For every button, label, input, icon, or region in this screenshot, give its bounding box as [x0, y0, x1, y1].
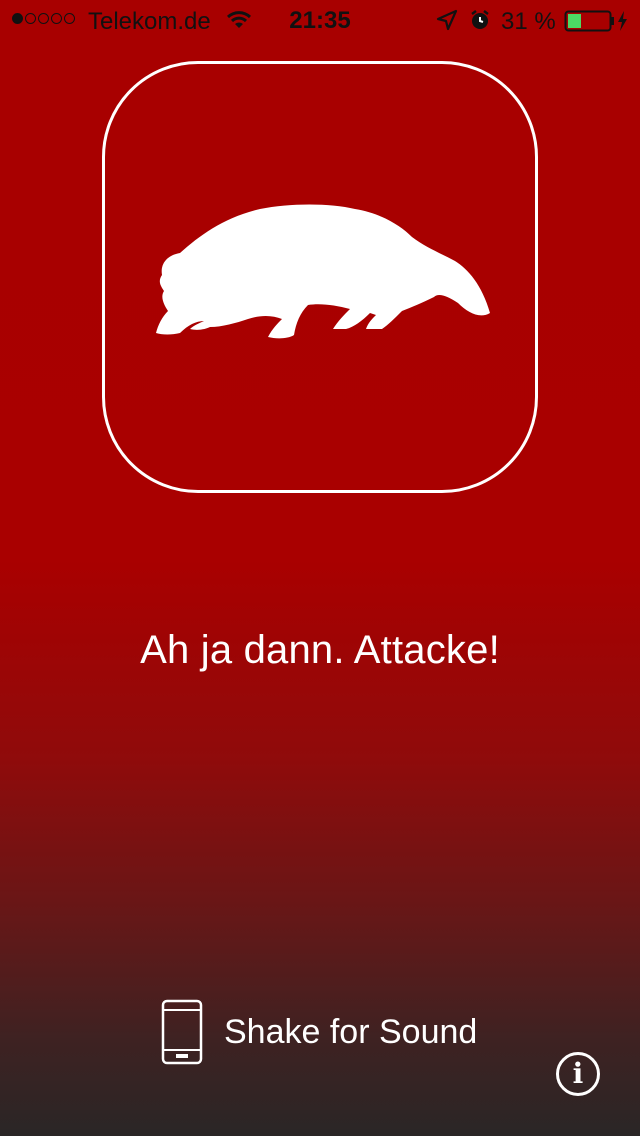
battery-percentage: 31 %	[501, 8, 556, 35]
status-bar: Telekom.de 21:35 31 %	[0, 0, 640, 40]
badger-icon	[156, 204, 490, 339]
phone-icon	[161, 999, 203, 1065]
battery-level-fill	[568, 14, 581, 28]
info-icon: i	[572, 1057, 584, 1090]
info-button[interactable]: i	[556, 1052, 600, 1096]
tagline: Ah ja dann. Attacke!	[140, 628, 500, 672]
battery-icon	[564, 10, 627, 32]
charging-bolt-icon	[618, 11, 627, 31]
shake-for-sound-button[interactable]: Shake for Sound	[160, 996, 500, 1068]
location-arrow-icon	[436, 9, 458, 31]
shake-for-sound-label: Shake for Sound	[224, 1012, 478, 1051]
alarm-clock-icon	[471, 10, 489, 29]
